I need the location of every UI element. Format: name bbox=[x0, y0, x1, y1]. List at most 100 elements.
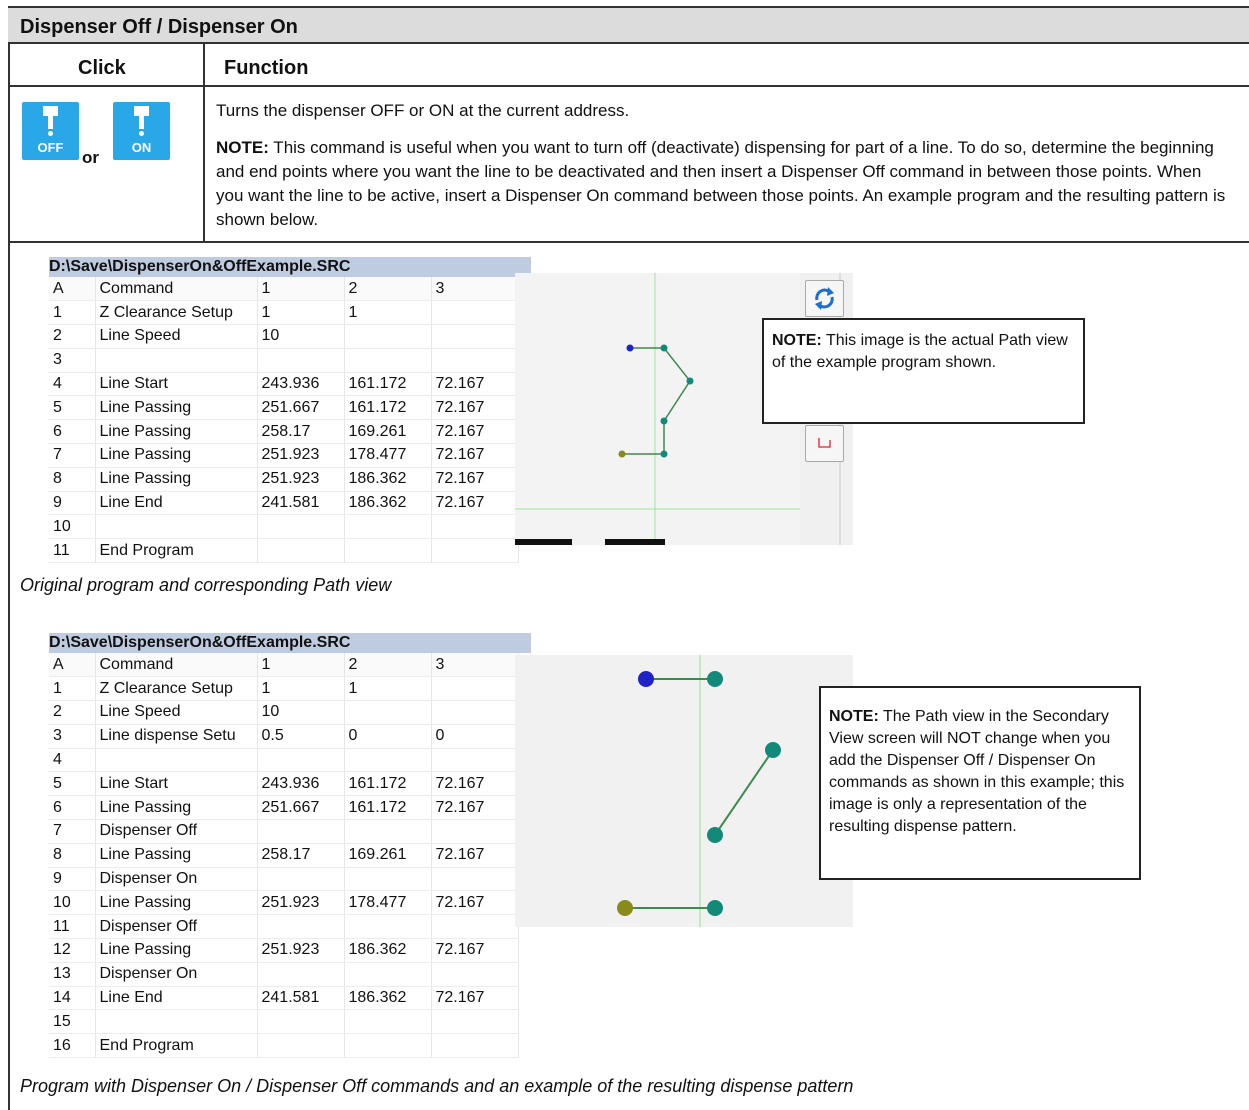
table-row[interactable]: 3 Line dispense Setu 0.5 0 0 bbox=[49, 724, 519, 749]
table-cell: 3 bbox=[49, 724, 96, 749]
table-row[interactable]: 5 Line Start 243.936 161.172 72.167 bbox=[49, 771, 519, 797]
table-cell: 72.167 bbox=[431, 372, 519, 397]
column-header: A bbox=[49, 277, 96, 302]
table-cell bbox=[344, 867, 432, 892]
table-cell: 10 bbox=[49, 890, 96, 916]
table-cell: 4 bbox=[49, 748, 96, 773]
table-cell: 251.923 bbox=[257, 890, 345, 916]
table-cell bbox=[344, 748, 432, 773]
table-row[interactable]: 8 Line Passing 258.17 169.261 72.167 bbox=[49, 843, 519, 868]
table-row[interactable]: 9 Line End 241.581 186.362 72.167 bbox=[49, 491, 519, 516]
table-cell: 241.581 bbox=[257, 491, 345, 516]
section-divider bbox=[8, 241, 1249, 243]
table-row[interactable]: 5 Line Passing 251.667 161.172 72.167 bbox=[49, 395, 519, 421]
table-row[interactable]: 16 End Program bbox=[49, 1033, 519, 1059]
table-cell: 72.167 bbox=[431, 986, 519, 1011]
path-point bbox=[707, 671, 723, 687]
table-row[interactable]: 4 Line Start 243.936 161.172 72.167 bbox=[49, 372, 519, 397]
column-header: 1 bbox=[257, 653, 345, 678]
table-cell bbox=[257, 748, 345, 773]
table-cell: 0 bbox=[344, 724, 432, 749]
table-cell bbox=[95, 348, 258, 373]
table-cell: 72.167 bbox=[431, 843, 519, 868]
table-cell bbox=[344, 1033, 432, 1059]
table-row[interactable]: 2 Line Speed 10 bbox=[49, 324, 519, 349]
table-cell: Line Start bbox=[95, 372, 258, 397]
table-row[interactable]: 2 Line Speed 10 bbox=[49, 700, 519, 725]
dispense-pattern-view bbox=[515, 655, 853, 927]
table-cell: 72.167 bbox=[431, 890, 519, 916]
table-cell: 4 bbox=[49, 372, 96, 397]
table-cell bbox=[344, 514, 432, 540]
table-cell: 1 bbox=[257, 300, 345, 326]
table-cell: 72.167 bbox=[431, 467, 519, 492]
table-cell bbox=[344, 700, 432, 725]
table-cell: Line Speed bbox=[95, 324, 258, 349]
column-header: 3 bbox=[431, 277, 519, 302]
table-header-row: A Command 1 2 3 bbox=[49, 277, 519, 302]
dispenser-on-icon: ON bbox=[113, 102, 170, 160]
column-header: 3 bbox=[431, 653, 519, 678]
table-row[interactable]: 8 Line Passing 251.923 186.362 72.167 bbox=[49, 467, 519, 492]
start-point bbox=[638, 671, 654, 687]
table-cell bbox=[344, 538, 432, 564]
column-divider bbox=[203, 44, 205, 241]
table-cell: 251.667 bbox=[257, 395, 345, 421]
table-row[interactable]: 12 Line Passing 251.923 186.362 72.167 bbox=[49, 938, 519, 963]
table-cell bbox=[344, 348, 432, 373]
table-row[interactable]: 13 Dispenser On bbox=[49, 962, 519, 987]
table-cell: 169.261 bbox=[344, 843, 432, 868]
path-point bbox=[707, 900, 723, 916]
table-cell: End Program bbox=[95, 538, 258, 564]
table-cell bbox=[431, 867, 519, 892]
table-cell: 12 bbox=[49, 938, 96, 963]
table-row[interactable]: 9 Dispenser On bbox=[49, 867, 519, 892]
table-cell: Line Passing bbox=[95, 795, 258, 821]
table-cell: Line Passing bbox=[95, 443, 258, 468]
table-cell: 11 bbox=[49, 914, 96, 940]
table-row[interactable]: 10 Line Passing 251.923 178.477 72.167 bbox=[49, 890, 519, 916]
table-row[interactable]: 7 Dispenser Off bbox=[49, 819, 519, 844]
table-row[interactable]: 15 bbox=[49, 1009, 519, 1035]
note-text: This command is useful when you want to … bbox=[216, 138, 1226, 229]
note-label: NOTE: bbox=[829, 708, 879, 725]
dispense-pattern-canvas bbox=[617, 655, 781, 927]
table-cell: Line End bbox=[95, 491, 258, 516]
table-cell bbox=[431, 819, 519, 844]
table-cell bbox=[257, 1009, 345, 1035]
table-cell: Line End bbox=[95, 986, 258, 1011]
table-cell: 251.667 bbox=[257, 795, 345, 821]
corner-button[interactable] bbox=[805, 425, 844, 462]
caption-original: Original program and corresponding Path … bbox=[20, 575, 392, 595]
table-cell bbox=[431, 300, 519, 326]
path-point bbox=[707, 827, 723, 843]
path-point bbox=[686, 377, 694, 385]
table-row[interactable]: 14 Line End 241.581 186.362 72.167 bbox=[49, 986, 519, 1011]
table-cell: 186.362 bbox=[344, 467, 432, 492]
table-row[interactable]: 4 bbox=[49, 748, 519, 773]
path-point bbox=[660, 450, 668, 458]
table-row[interactable]: 10 bbox=[49, 514, 519, 540]
table-row[interactable]: 1Z Clearance Setup 1 1 bbox=[49, 676, 519, 702]
table-cell bbox=[257, 867, 345, 892]
table-row[interactable]: 7 Line Passing 251.923 178.477 72.167 bbox=[49, 443, 519, 468]
table-cell: 5 bbox=[49, 771, 96, 797]
table-cell: End Program bbox=[95, 1033, 258, 1059]
table-cell bbox=[431, 348, 519, 373]
table-row[interactable]: 1Z Clearance Setup 1 1 bbox=[49, 300, 519, 326]
refresh-button[interactable] bbox=[805, 280, 844, 317]
table-cell: 251.923 bbox=[257, 938, 345, 963]
table-cell: 72.167 bbox=[431, 771, 519, 797]
table-row[interactable]: 6 Line Passing 258.17 169.261 72.167 bbox=[49, 419, 519, 445]
table-row[interactable]: 11 End Program bbox=[49, 538, 519, 564]
table-cell: 251.923 bbox=[257, 443, 345, 468]
table-row[interactable]: 6 Line Passing 251.667 161.172 72.167 bbox=[49, 795, 519, 821]
table-row[interactable]: 3 bbox=[49, 348, 519, 373]
table-row[interactable]: 11 Dispenser Off bbox=[49, 914, 519, 940]
table-cell bbox=[431, 514, 519, 540]
table-cell: 3 bbox=[49, 348, 96, 373]
table-cell: 243.936 bbox=[257, 372, 345, 397]
table-cell: 0.5 bbox=[257, 724, 345, 749]
table-cell: 169.261 bbox=[344, 419, 432, 445]
table-cell: 161.172 bbox=[344, 795, 432, 821]
